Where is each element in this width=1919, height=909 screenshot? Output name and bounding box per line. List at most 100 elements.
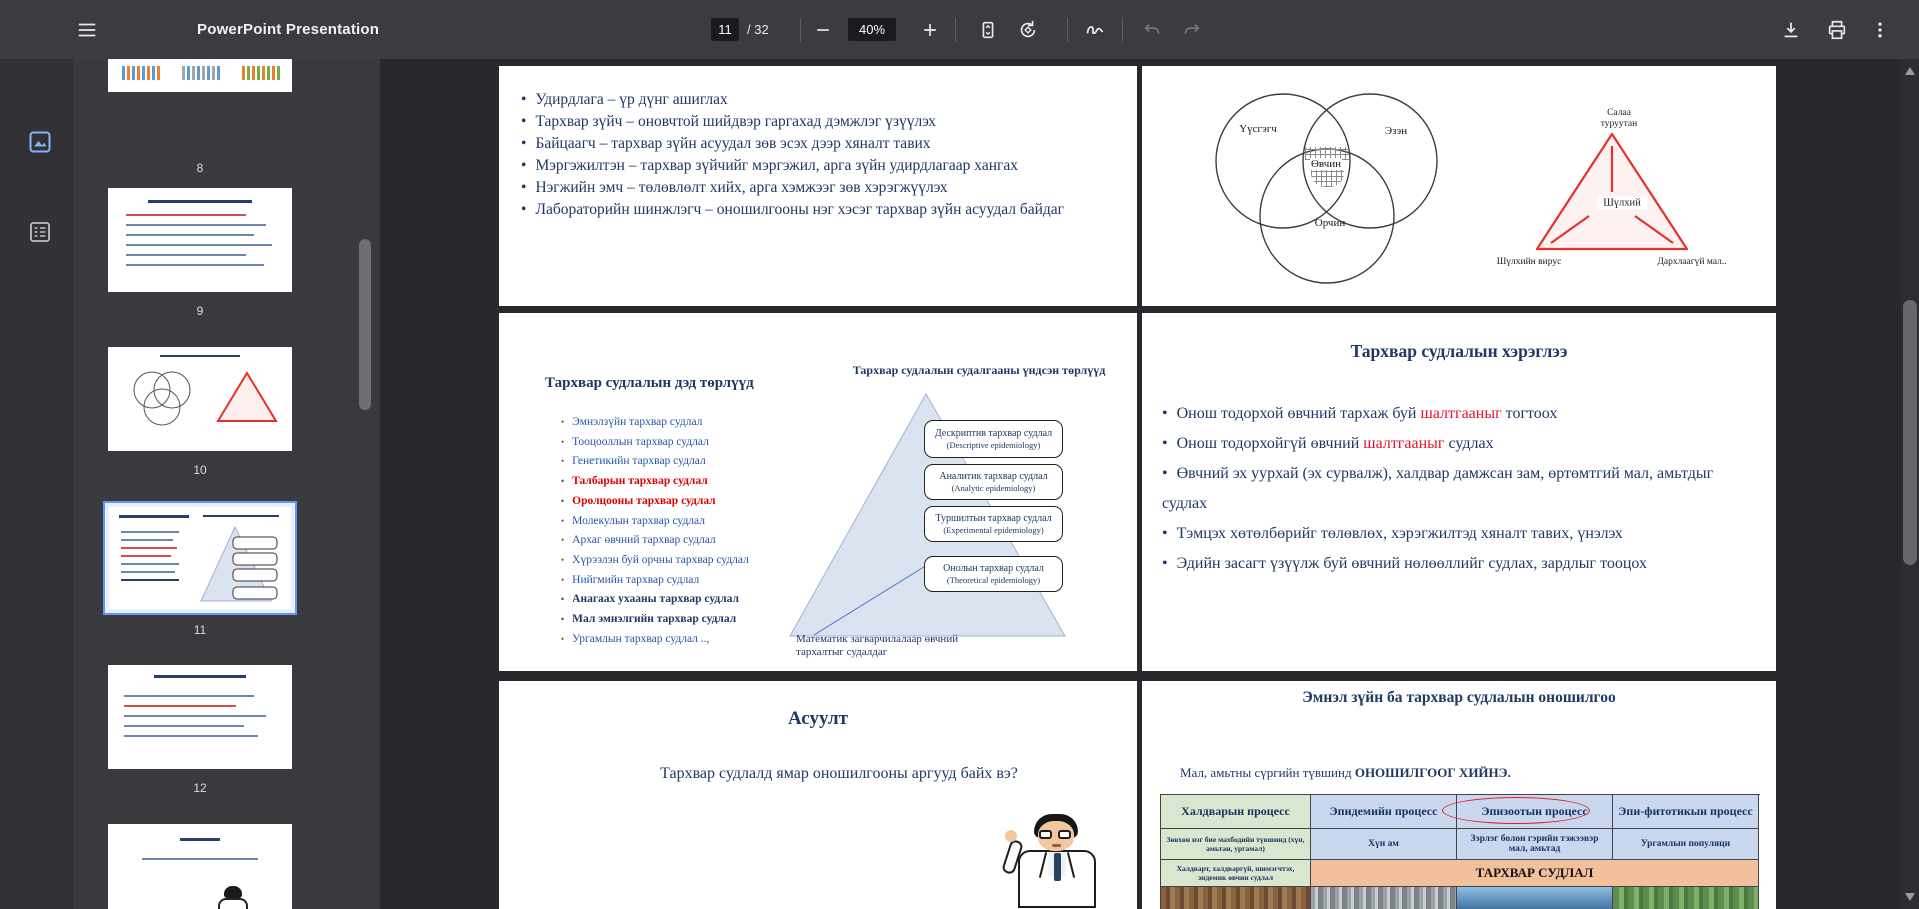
plants-photo: [1613, 887, 1758, 909]
mini-line: [121, 531, 179, 533]
print-button[interactable]: [1820, 13, 1854, 47]
bullet-text: тогтоох: [1502, 405, 1558, 422]
mini-title: [154, 675, 246, 678]
menu-button[interactable]: [70, 13, 104, 47]
undo-button[interactable]: [1135, 13, 1169, 47]
download-button[interactable]: [1774, 13, 1808, 47]
thumbnail-slide-8[interactable]: [108, 59, 292, 92]
bullet-line: Тархвар зүйч – оновчтой шийдвэр гаргахад…: [521, 111, 1064, 133]
annotate-button[interactable]: [1078, 13, 1112, 47]
mini-line: [126, 234, 254, 236]
table-row: Зөвхөн нэг бие махбодийн түвшинд (хүн, а…: [1161, 829, 1760, 860]
hamburger-icon: [76, 19, 98, 41]
thumbnail-number: 8: [108, 161, 292, 175]
zoom-level-input[interactable]: 40%: [848, 18, 896, 41]
mini-figure-body: [218, 898, 248, 909]
mini-chart: [242, 66, 280, 80]
scroll-down-arrow-icon[interactable]: [1905, 893, 1915, 901]
page-14[interactable]: Эмнэл зүйн ба тархвар судлалын оношилгоо…: [1142, 681, 1776, 909]
bullet-text: Эдийн засагт үзүүлж буй өвчний нөлөөллий…: [1177, 555, 1647, 572]
page-number-input[interactable]: 11: [711, 18, 739, 41]
page14-subtitle: Мал, амьтны сүргийн түвшинд ОНОШИЛГООГ Х…: [1180, 765, 1511, 781]
thumbnail-view-button[interactable]: [25, 127, 55, 157]
thumbnail-slide-11-selected[interactable]: [103, 501, 297, 615]
mini-line: [124, 725, 244, 727]
pyramid-level-box: Туршилтын тархвар судлал (Experimental e…: [924, 506, 1063, 542]
triangle-label-center: Шүлхий: [1597, 197, 1647, 210]
page-11[interactable]: Тархвар судлалын дэд төрлүүд Тархвар суд…: [499, 313, 1137, 671]
mini-figure-head: [224, 886, 242, 898]
bullet-line: Тэмцэх хөтөлбөрийг төлөвлөх, хэрэгжилтэд…: [1162, 519, 1762, 549]
print-icon: [1826, 19, 1848, 41]
outline-view-button[interactable]: [25, 217, 55, 247]
bullet-text: Онош тодорхойгүй өвчний: [1177, 435, 1364, 452]
mini-line: [126, 214, 246, 216]
zoom-in-button[interactable]: [913, 13, 947, 47]
download-icon: [1780, 19, 1802, 41]
mini-line: [121, 539, 173, 541]
pyramid-level-label: Туршилтын тархвар судлал: [935, 513, 1051, 525]
page-13[interactable]: Асуулт Тархвар судлалд ямар оношилгооны …: [499, 681, 1137, 909]
three-dots-icon: [1870, 20, 1890, 40]
livestock-photo: [1161, 887, 1310, 909]
page-12[interactable]: Тархвар судлалын хэрэглээ Онош тодорхой …: [1142, 313, 1776, 671]
mini-line: [121, 579, 179, 581]
venn-label-environment: Орчин: [1315, 217, 1345, 229]
more-options-button[interactable]: [1863, 13, 1897, 47]
table-cell: Зөвхөн нэг бие махбодийн түвшинд (хүн, а…: [1161, 829, 1311, 860]
mini-line: [126, 264, 264, 266]
main-scrollbar[interactable]: [1901, 59, 1919, 909]
pyramid-level-box: Аналитик тархвар судлал (Analytic epidem…: [924, 464, 1063, 500]
mini-line: [121, 547, 177, 549]
doctor-mouth: [1052, 844, 1061, 847]
mini-pyramid: [193, 523, 289, 605]
table-header-cell: Эпидемийн процесс: [1311, 795, 1457, 829]
fit-to-page-button[interactable]: [971, 13, 1005, 47]
mini-title: [148, 200, 252, 203]
subtype-item: Ургамлын тархвар судлал ..,: [561, 630, 749, 650]
thumbnail-slide-13[interactable]: [108, 824, 292, 909]
document-title: PowerPoint Presentation: [197, 0, 379, 59]
subtype-item: Тооцооллын тархвар судлал: [561, 433, 749, 453]
venn-label-host: Эзэн: [1385, 125, 1407, 137]
table-photo-row: [1161, 887, 1760, 909]
bullet-text: Өвчний эх уурхай (эх сурвалж), халдвар д…: [1177, 465, 1714, 482]
page-9[interactable]: Удирдлага – үр дүнг ашиглахТархвар зүйч …: [499, 66, 1137, 306]
pyramid-level-sublabel: (Theoretical epidemiology): [947, 575, 1040, 586]
bullet-line: Байцаагч – тархвар зүйн асуудал зөв эсэх…: [521, 133, 1064, 155]
pyramid-level-box: Дескриптив тархвар судлал (Descriptive e…: [924, 420, 1063, 458]
bullet-red-text: шалтгааныг: [1363, 435, 1444, 452]
table-cell: Ургамлын популяци: [1613, 829, 1759, 860]
toolbar: PowerPoint Presentation 11 / 32 40%: [0, 0, 1919, 59]
thumbnail-number: 10: [108, 463, 292, 477]
thumbnail-number: 11: [108, 623, 292, 637]
mini-line: [121, 555, 171, 557]
page-total: / 32: [747, 0, 769, 59]
thumbnail-number: 9: [108, 304, 292, 318]
undo-icon: [1141, 19, 1163, 41]
bullet-text: судлах: [1444, 435, 1493, 452]
thumbnail-slide-12[interactable]: [108, 665, 292, 769]
doctor-cartoon: [1004, 814, 1114, 909]
mini-chart: [122, 66, 160, 80]
zoom-out-button[interactable]: [806, 13, 840, 47]
redo-button[interactable]: [1175, 13, 1209, 47]
thumbnail-number: 12: [108, 781, 292, 795]
thumbnail-slide-10[interactable]: [108, 347, 292, 451]
main-scrollbar-thumb[interactable]: [1903, 300, 1917, 565]
thumbnail-slide-11-content: [109, 507, 291, 609]
page9-bullet-list: Удирдлага – үр дүнг ашиглахТархвар зүйч …: [521, 89, 1064, 221]
photo-cell: [1457, 887, 1613, 909]
panel-scrollbar-thumb[interactable]: [359, 239, 371, 410]
rotate-button[interactable]: [1011, 13, 1045, 47]
pyramid-level-sublabel: (Descriptive epidemiology): [947, 440, 1041, 451]
thumbnail-slide-9[interactable]: [108, 188, 292, 292]
mini-title: [160, 355, 240, 357]
table-row: Халдварт, халдваргүй, шимэгчтэх, эндемик…: [1161, 860, 1760, 887]
mini-line: [124, 735, 258, 737]
subtype-item: Оролцооны тархвар судлал: [561, 492, 749, 512]
page-10[interactable]: Үүсгэгч Эзэн Өвчин Орчин Салаа туруутан …: [1142, 66, 1776, 306]
scroll-up-arrow-icon[interactable]: [1905, 67, 1915, 75]
mini-line: [124, 715, 266, 717]
toolbar-divider: [955, 18, 956, 42]
